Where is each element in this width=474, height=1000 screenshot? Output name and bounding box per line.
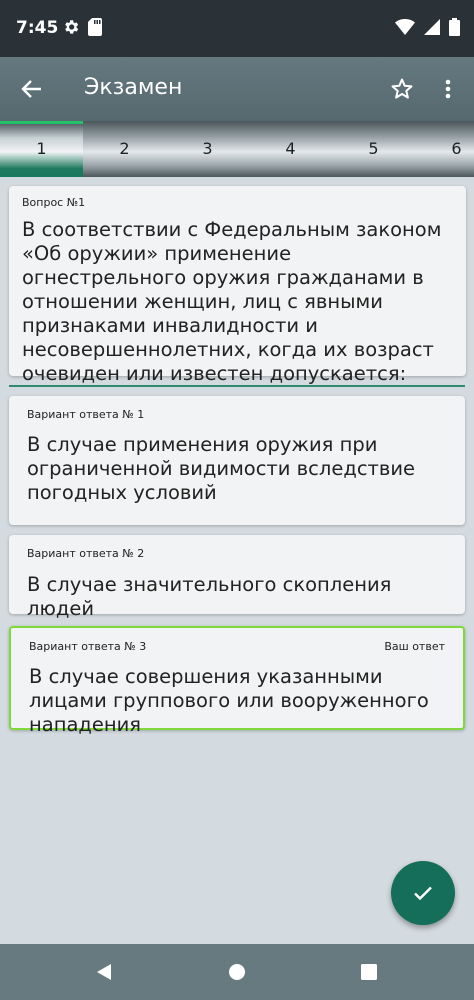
question-card: Вопрос №1 В соответствии с Федеральным з… bbox=[9, 186, 466, 385]
tab-label: 3 bbox=[202, 139, 213, 158]
app-bar: Экзамен bbox=[0, 57, 474, 121]
back-arrow-icon bbox=[21, 80, 41, 98]
star-outline-icon bbox=[391, 78, 413, 99]
tab-label: 4 bbox=[285, 139, 296, 158]
your-answer-badge: Ваш ответ bbox=[384, 640, 445, 653]
question-tabs: 1 2 3 4 5 6 bbox=[0, 121, 474, 177]
tab-label: 6 bbox=[451, 139, 462, 158]
wifi-icon bbox=[394, 19, 415, 35]
tab-6[interactable]: 6 bbox=[415, 121, 474, 177]
favorite-button[interactable] bbox=[380, 67, 424, 111]
answer-text: В случае совершения указанными лицами гр… bbox=[29, 665, 429, 736]
status-time: 7:45 bbox=[16, 18, 59, 38]
question-text: В соответствии с Федеральным законом «Об… bbox=[22, 218, 442, 385]
answer-label: Вариант ответа № 2 bbox=[27, 547, 145, 560]
tab-4[interactable]: 4 bbox=[249, 121, 332, 177]
status-right-icons bbox=[391, 18, 460, 36]
tab-5[interactable]: 5 bbox=[332, 121, 415, 177]
status-bar: 7:45 bbox=[0, 0, 474, 57]
tab-1[interactable]: 1 bbox=[0, 121, 83, 177]
check-answer-button[interactable] bbox=[391, 861, 455, 925]
tab-indicator bbox=[0, 121, 83, 124]
battery-icon bbox=[449, 18, 460, 36]
tab-label: 5 bbox=[368, 139, 379, 158]
check-icon bbox=[414, 886, 432, 901]
tab-3[interactable]: 3 bbox=[166, 121, 249, 177]
answer-option-3[interactable]: Вариант ответа № 3 Ваш ответ В случае со… bbox=[9, 626, 465, 736]
answer-option-1[interactable]: Вариант ответа № 1 В случае применения о… bbox=[9, 396, 465, 525]
sd-card-icon bbox=[88, 18, 102, 36]
more-options-button[interactable] bbox=[428, 67, 468, 111]
back-button[interactable] bbox=[10, 67, 54, 111]
question-number: Вопрос №1 bbox=[22, 196, 86, 209]
divider bbox=[9, 385, 465, 387]
navigation-bar bbox=[0, 944, 474, 1000]
answer-text: В случае значительного скопления людей bbox=[27, 573, 392, 620]
answer-label: Вариант ответа № 1 bbox=[27, 408, 145, 421]
answer-label: Вариант ответа № 3 bbox=[29, 640, 147, 653]
signal-icon bbox=[423, 19, 440, 35]
gear-icon bbox=[65, 20, 79, 34]
answer-text: В случае применения оружия при ограничен… bbox=[27, 433, 416, 504]
tab-2[interactable]: 2 bbox=[83, 121, 166, 177]
page-title: Экзамен bbox=[84, 75, 183, 100]
tab-label: 2 bbox=[119, 139, 130, 158]
nav-recent-icon[interactable] bbox=[359, 962, 379, 982]
nav-home-icon[interactable] bbox=[227, 962, 247, 982]
tab-label: 1 bbox=[36, 139, 47, 158]
nav-back-icon[interactable] bbox=[94, 962, 114, 982]
answer-option-2[interactable]: Вариант ответа № 2 В случае значительног… bbox=[9, 535, 465, 620]
more-vert-icon bbox=[445, 79, 451, 99]
